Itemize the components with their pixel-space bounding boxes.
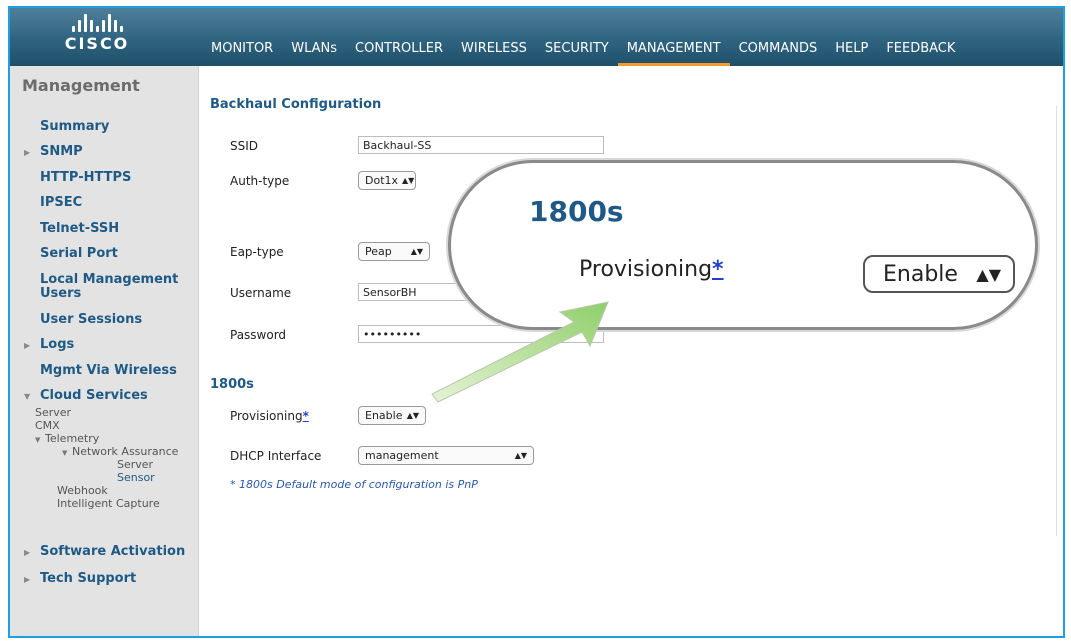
sidebar: Management Summary SNMP HTTP-HTTPS IPSEC… [10, 66, 199, 636]
callout-select-value: Enable [883, 261, 958, 287]
sidebar-item-serial-port[interactable]: Serial Port [40, 246, 118, 261]
username-label: Username [230, 286, 292, 300]
nav-controller[interactable]: CONTROLLER [346, 40, 452, 66]
nav-commands[interactable]: COMMANDS [730, 40, 827, 66]
sidebar-item-mgmt-via-wireless[interactable]: Mgmt Via Wireless [40, 363, 177, 378]
ssid-label: SSID [230, 139, 259, 153]
select-chevron-icon: ▲▼ [410, 247, 423, 256]
callout-title: 1800s [529, 195, 624, 228]
provisioning-label: Provisioning* [230, 409, 309, 423]
provisioning-label-text: Provisioning [230, 409, 303, 423]
ssid-field[interactable]: Backhaul-SS [358, 136, 604, 154]
main-menu: MONITOR WLANs CONTROLLER WIRELESS SECURI… [202, 40, 964, 66]
eap-type-label: Eap-type [230, 245, 284, 259]
callout-provisioning-label: Provisioning* [579, 257, 724, 282]
nav-management[interactable]: MANAGEMENT [617, 40, 730, 66]
auth-type-label: Auth-type [230, 174, 290, 188]
callout-provisioning-select: Enable ▲▼ [863, 255, 1015, 293]
password-label: Password [230, 328, 287, 342]
cisco-logo-icon [62, 14, 132, 32]
provisioning-asterisk-link[interactable]: * [303, 409, 309, 423]
sidebar-item-local-management[interactable]: Local Management [40, 272, 178, 287]
sidebar-sub-na-sensor[interactable]: Sensor [117, 471, 155, 484]
sidebar-item-telnet-ssh[interactable]: Telnet-SSH [40, 221, 119, 236]
select-chevron-icon: ▲▼ [406, 411, 419, 420]
sidebar-sub-server[interactable]: Server [35, 406, 71, 419]
auth-type-value: Dot1x [365, 174, 399, 187]
app-frame: CISCO MONITOR WLANs CONTROLLER WIRELESS … [8, 6, 1065, 638]
callout-label-text: Provisioning [579, 257, 713, 282]
select-chevron-icon: ▲▼ [514, 451, 527, 460]
sidebar-item-logs[interactable]: Logs [24, 337, 74, 353]
top-nav-bar: CISCO MONITOR WLANs CONTROLLER WIRELESS … [10, 8, 1063, 66]
sidebar-sub-na-server[interactable]: Server [117, 458, 153, 471]
section-1800s-title: 1800s [210, 377, 254, 392]
nav-help[interactable]: HELP [826, 40, 877, 66]
auth-type-select[interactable]: Dot1x ▲▼ [358, 171, 416, 190]
nav-security[interactable]: SECURITY [536, 40, 618, 66]
sidebar-item-snmp[interactable]: SNMP [24, 144, 83, 160]
sidebar-item-http-https[interactable]: HTTP-HTTPS [40, 170, 131, 185]
sidebar-item-tech-support[interactable]: Tech Support [24, 571, 136, 587]
provisioning-select[interactable]: Enable ▲▼ [358, 406, 426, 425]
sidebar-sub-cmx[interactable]: CMX [35, 419, 60, 432]
dhcp-interface-select[interactable]: management ▲▼ [358, 446, 534, 465]
callout-asterisk-link: * [712, 257, 724, 282]
footnote-text: * 1800s Default mode of configuration is… [230, 478, 478, 491]
nav-wireless[interactable]: WIRELESS [452, 40, 536, 66]
cisco-logo: CISCO [62, 14, 132, 53]
dhcp-interface-value: management [365, 449, 439, 462]
provisioning-value: Enable [365, 409, 403, 422]
backhaul-section-title: Backhaul Configuration [210, 97, 382, 112]
nav-feedback[interactable]: FEEDBACK [877, 40, 964, 66]
dhcp-interface-label: DHCP Interface [230, 449, 322, 463]
sidebar-item-summary[interactable]: Summary [40, 119, 109, 134]
sidebar-item-user-sessions[interactable]: User Sessions [40, 312, 142, 327]
sidebar-item-users[interactable]: Users [40, 286, 81, 301]
nav-monitor[interactable]: MONITOR [202, 40, 282, 66]
main-content: Backhaul Configuration SSID Backhaul-SS … [200, 66, 1063, 636]
brand-name: CISCO [64, 34, 130, 53]
content-divider [1056, 106, 1057, 536]
sidebar-sub-network-assurance[interactable]: Network Assurance [62, 445, 178, 460]
sidebar-sub-intelligent-capture[interactable]: Intelligent Capture [57, 497, 160, 510]
sidebar-sub-telemetry[interactable]: Telemetry [35, 432, 99, 447]
eap-type-value: Peap [365, 245, 392, 258]
sidebar-item-cloud-services[interactable]: Cloud Services [24, 388, 148, 404]
sidebar-sub-webhook[interactable]: Webhook [57, 484, 108, 497]
sidebar-item-software-activation[interactable]: Software Activation [24, 544, 185, 560]
select-chevron-icon: ▲▼ [402, 176, 415, 185]
callout-chevron-icon: ▲▼ [976, 264, 1001, 284]
sidebar-item-ipsec[interactable]: IPSEC [40, 195, 82, 210]
sidebar-title: Management [22, 76, 140, 95]
callout-pointer-arrow [431, 301, 609, 403]
nav-wlans[interactable]: WLANs [282, 40, 346, 66]
eap-type-select[interactable]: Peap ▲▼ [358, 242, 430, 261]
